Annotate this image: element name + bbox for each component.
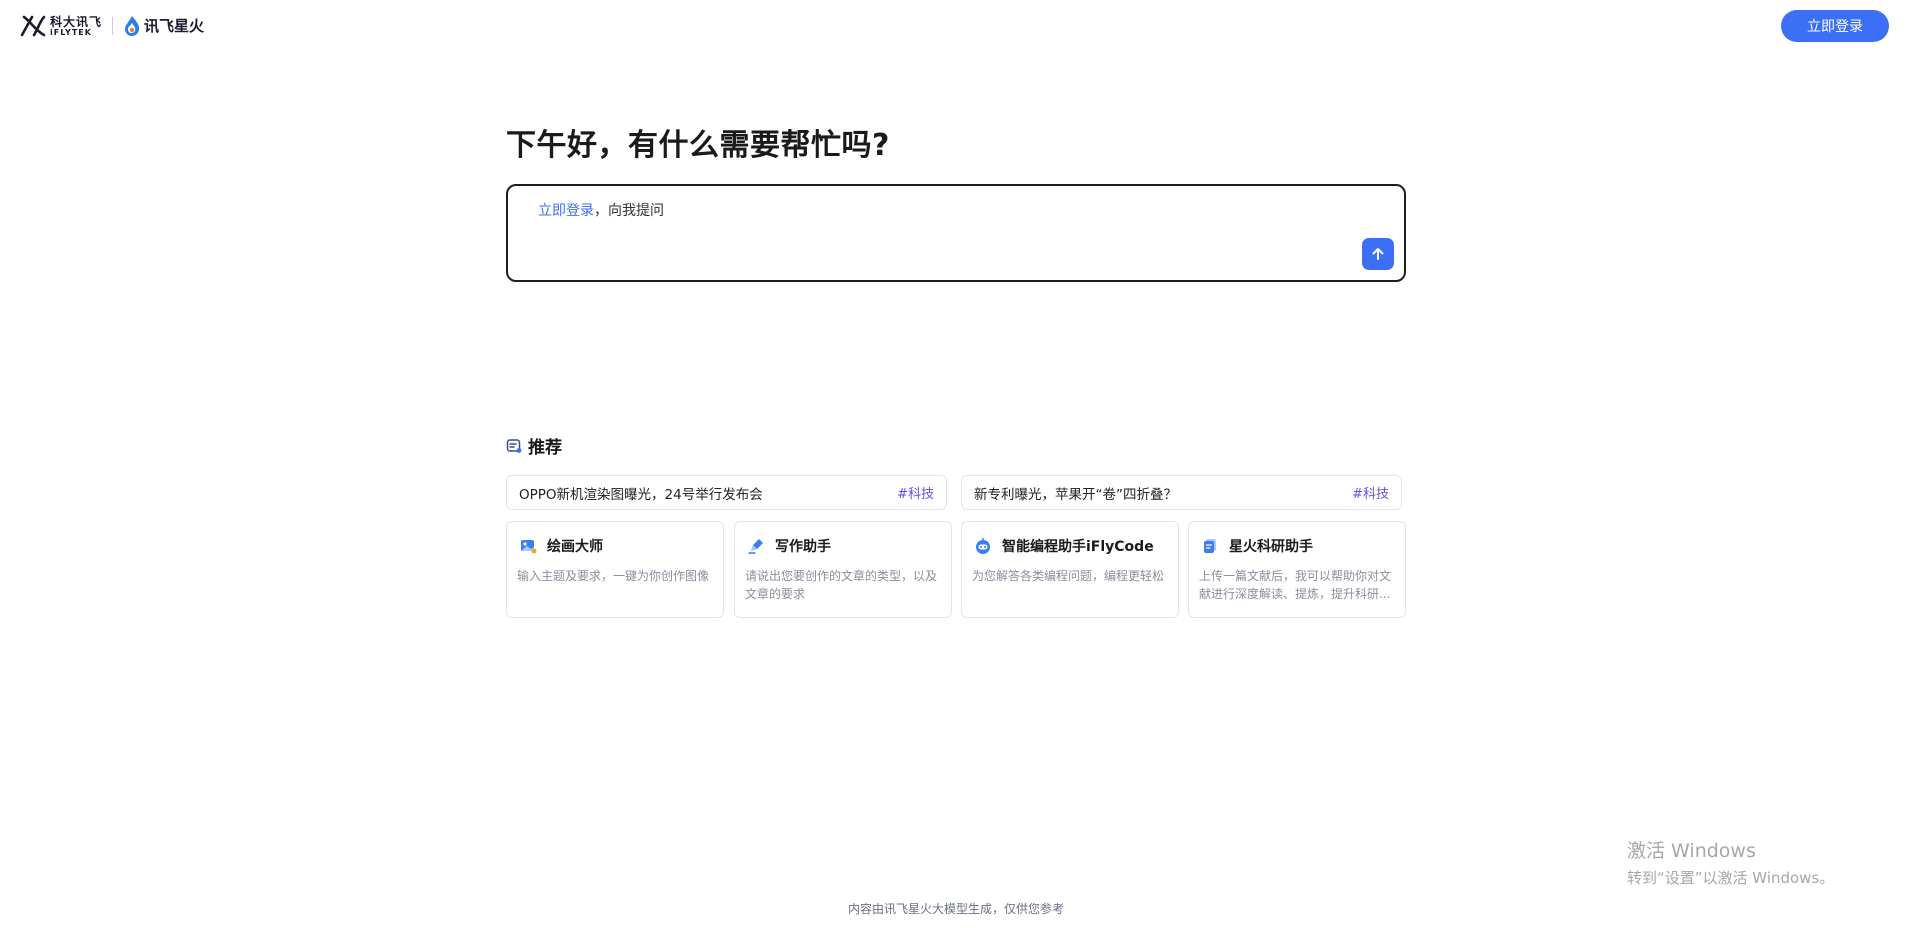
document-icon bbox=[1204, 539, 1216, 553]
chat-input-box[interactable]: 立即登录，向我提问 bbox=[506, 184, 1406, 282]
send-button[interactable] bbox=[1362, 238, 1394, 270]
news-tag: #科技 bbox=[897, 487, 934, 502]
footer-disclaimer: 内容由讯飞星火大模型生成，仅供您参考 bbox=[847, 902, 1064, 916]
assistant-card-painting[interactable]: 绘画大师 输入主题及要求，一键为你创作图像 bbox=[506, 521, 724, 618]
assistant-desc: 输入主题及要求，一键为你创作图像 bbox=[517, 569, 710, 583]
pen-icon bbox=[748, 539, 763, 554]
spark-logo-icon bbox=[125, 16, 140, 36]
news-tag: #科技 bbox=[1352, 487, 1389, 502]
assistant-name: 智能编程助手iFlyCode bbox=[1002, 539, 1154, 555]
assistant-card-head: 绘画大师 bbox=[519, 536, 603, 556]
logo-iflytek-cn: 科大讯飞 bbox=[50, 14, 103, 29]
assistant-name: 星火科研助手 bbox=[1229, 539, 1313, 555]
news-card[interactable]: 新专利曝光，苹果开“卷”四折叠？ #科技 bbox=[961, 475, 1402, 510]
spark-logo-text: 讯飞星火 bbox=[144, 16, 205, 35]
arrow-up-icon bbox=[1372, 248, 1384, 260]
assistant-desc: 请说出您要创作的文章的类型，以及文章的要求 bbox=[745, 569, 938, 601]
login-button[interactable]: 立即登录 bbox=[1781, 10, 1889, 42]
assistant-card-head: 智能编程助手iFlyCode bbox=[974, 536, 1154, 556]
watermark-line2: 转到“设置”以激活 Windows。 bbox=[1627, 869, 1835, 887]
assistant-name: 绘画大师 bbox=[547, 539, 603, 555]
chat-input-prompt: 立即登录，向我提问 bbox=[538, 200, 664, 220]
recommend-icon bbox=[506, 438, 522, 453]
assistant-card-writing[interactable]: 写作助手 请说出您要创作的文章的类型，以及文章的要求 bbox=[734, 521, 952, 618]
watermark-line1: 激活 Windows bbox=[1627, 840, 1756, 862]
header: 科大讯飞 iFLYTEK 讯飞星火 立即登录 bbox=[0, 0, 1912, 52]
assistant-card-head: 写作助手 bbox=[747, 536, 831, 556]
logo-spark-cn: 讯飞星火 bbox=[144, 16, 205, 35]
logo-divider bbox=[112, 17, 114, 35]
paint-icon bbox=[521, 540, 537, 554]
logo[interactable]: 科大讯飞 iFLYTEK 讯飞星火 bbox=[20, 14, 204, 38]
news-title: OPPO新机渲染图曝光，24号举行发布会 bbox=[519, 486, 763, 503]
prompt-suffix: ，向我提问 bbox=[594, 203, 664, 219]
inline-login-link[interactable]: 立即登录 bbox=[538, 203, 594, 219]
iflytek-logo-icon bbox=[20, 15, 46, 37]
assistant-desc: 上传一篇文献后，我可以帮助你对文献进行深度解读、提炼，提升科研... bbox=[1199, 569, 1392, 601]
recommend-section-title: 推荐 bbox=[506, 433, 562, 458]
assistant-card-head: 星火科研助手 bbox=[1201, 536, 1313, 556]
recommend-title-text: 推荐 bbox=[528, 438, 562, 458]
news-card[interactable]: OPPO新机渲染图曝光，24号举行发布会 #科技 bbox=[506, 475, 947, 510]
assistant-name: 写作助手 bbox=[775, 539, 831, 555]
logo-iflytek-en: iFLYTEK bbox=[50, 27, 92, 37]
assistant-card-research[interactable]: 星火科研助手 上传一篇文献后，我可以帮助你对文献进行深度解读、提炼，提升科研..… bbox=[1188, 521, 1406, 618]
news-title: 新专利曝光，苹果开“卷”四折叠？ bbox=[974, 486, 1177, 503]
page: 科大讯飞 iFLYTEK 讯飞星火 立即登录 下午好，有什么需要帮忙吗? 立即登… bbox=[0, 0, 1912, 928]
robot-icon bbox=[976, 537, 990, 554]
assistant-card-coding[interactable]: 智能编程助手iFlyCode 为您解答各类编程问题，编程更轻松 bbox=[961, 521, 1179, 618]
assistant-desc: 为您解答各类编程问题，编程更轻松 bbox=[972, 569, 1165, 583]
page-title: 下午好，有什么需要帮忙吗? bbox=[506, 128, 890, 163]
iflytek-logo-text: 科大讯飞 iFLYTEK bbox=[50, 16, 102, 37]
windows-activation-watermark: 激活 Windows 转到“设置”以激活 Windows。 bbox=[1627, 836, 1834, 888]
